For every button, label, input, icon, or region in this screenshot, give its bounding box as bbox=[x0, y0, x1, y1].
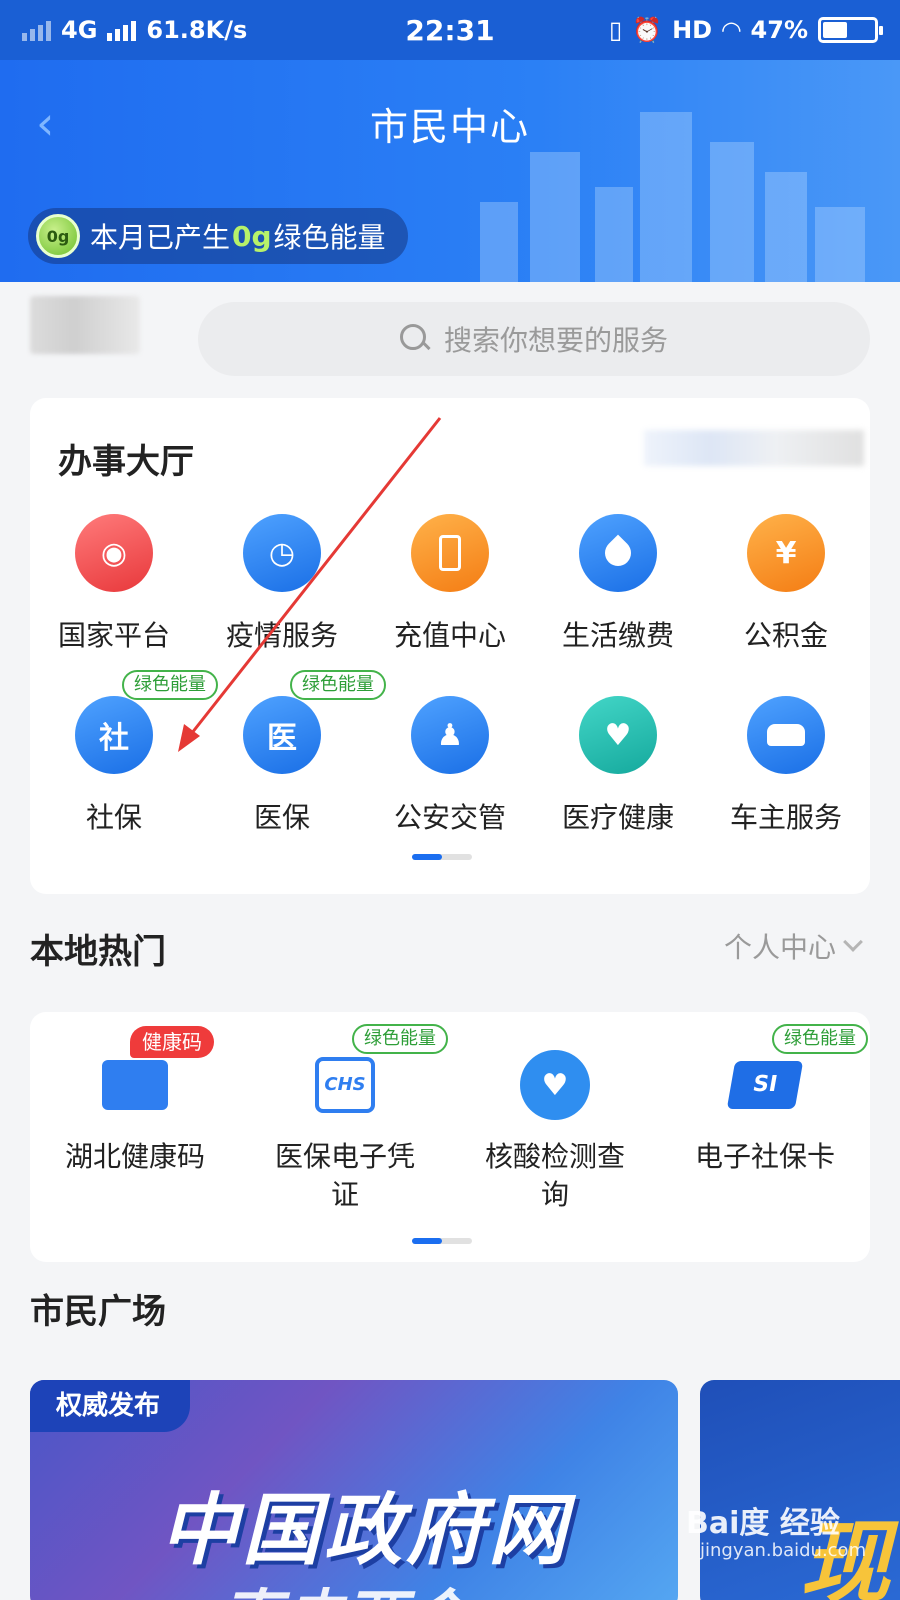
baidu-watermark: Bai度 经验 bbox=[686, 1506, 840, 1541]
service-housing-fund[interactable]: ¥ 公积金 bbox=[702, 514, 870, 654]
section-title: 市民广场 bbox=[30, 1292, 166, 1332]
service-car-owner[interactable]: 车主服务 bbox=[702, 696, 870, 836]
service-utilities[interactable]: 生活缴费 bbox=[534, 514, 702, 654]
service-label: 国家平台 bbox=[57, 619, 170, 652]
id-card-icon bbox=[100, 1050, 170, 1120]
house-yuan-icon: ¥ bbox=[747, 514, 825, 592]
section-title: 办事大厅 bbox=[58, 442, 194, 482]
city-skyline bbox=[595, 187, 633, 282]
si-card-icon: SI bbox=[726, 1050, 804, 1120]
clock: 22:31 bbox=[405, 13, 495, 47]
service-medical-insurance[interactable]: 绿色能量 医 医保 bbox=[198, 670, 386, 836]
service-recharge[interactable]: 充值中心 bbox=[366, 514, 534, 654]
city-skyline bbox=[530, 152, 580, 282]
hot-nucleic-acid-query[interactable]: ♥ 核酸检测查询 bbox=[450, 1050, 660, 1214]
service-label: 生活缴费 bbox=[561, 619, 674, 652]
water-drop-icon bbox=[579, 514, 657, 592]
search-input[interactable]: 搜索你想要的服务 bbox=[198, 302, 870, 376]
alarm-icon: ⏰ bbox=[632, 16, 663, 44]
hot-service-row: 健康码 湖北健康码 绿色能量 CHS 医保电子凭证 ♥ 核酸检测查询 绿色能量 … bbox=[30, 1024, 870, 1214]
status-bar: 4G 61.8K/s 22:31 ▯ ⏰ HD ◠ 47% bbox=[0, 0, 900, 60]
service-police-traffic[interactable]: ♟ 公安交管 bbox=[366, 696, 534, 836]
green-energy-pill[interactable]: 0g 本月已产生 0g 绿色能量 bbox=[28, 208, 408, 264]
energy-ball-icon: 0g bbox=[36, 214, 80, 258]
service-epidemic[interactable]: ◷ 疫情服务 bbox=[198, 514, 366, 654]
service-label: 车主服务 bbox=[729, 801, 842, 834]
plaza-tag: 权威发布 bbox=[30, 1380, 191, 1432]
energy-value: 0g bbox=[232, 219, 272, 253]
service-row-2: 绿色能量 社 社保 绿色能量 医 医保 ♟ 公安交管 ♥ 医疗健康 车主服务 bbox=[30, 670, 870, 836]
service-row-1: ◉ 国家平台 ◷ 疫情服务 充值中心 生活缴费 ¥ 公积金 bbox=[30, 514, 870, 654]
chs-icon: CHS bbox=[310, 1050, 380, 1120]
national-emblem-icon: ◉ bbox=[75, 514, 153, 592]
battery-fill bbox=[823, 22, 847, 38]
signal-sim2-icon bbox=[107, 19, 137, 41]
hot-electronic-ss-card[interactable]: 绿色能量 SI 电子社保卡 bbox=[660, 1024, 870, 1214]
service-label: 医疗健康 bbox=[561, 801, 674, 834]
network-speed: 61.8K/s bbox=[146, 16, 248, 44]
local-hot-card: 健康码 湖北健康码 绿色能量 CHS 医保电子凭证 ♥ 核酸检测查询 绿色能量 … bbox=[30, 1012, 870, 1262]
service-healthcare[interactable]: ♥ 医疗健康 bbox=[534, 696, 702, 836]
police-icon: ♟ bbox=[411, 696, 489, 774]
personal-center-link[interactable]: 个人中心 bbox=[723, 926, 863, 966]
city-skyline bbox=[765, 172, 807, 282]
hot-medical-insurance-voucher[interactable]: 绿色能量 CHS 医保电子凭证 bbox=[240, 1024, 450, 1214]
battery-icon bbox=[818, 17, 883, 43]
link-label: 个人中心 bbox=[723, 931, 836, 964]
search-placeholder: 搜索你想要的服务 bbox=[443, 324, 668, 357]
page-indicator bbox=[412, 1238, 472, 1244]
energy-suffix: 绿色能量 bbox=[273, 221, 386, 254]
heart-plus-icon: ♥ bbox=[520, 1050, 590, 1120]
service-label: 医保 bbox=[253, 801, 310, 834]
car-icon bbox=[747, 696, 825, 774]
battery-percent: 47% bbox=[750, 16, 808, 44]
green-energy-badge: 绿色能量 bbox=[352, 1024, 448, 1054]
phone-icon bbox=[411, 514, 489, 592]
service-label: 充值中心 bbox=[393, 619, 506, 652]
page-title: 市民中心 bbox=[369, 105, 530, 149]
service-label: 公安交管 bbox=[393, 801, 506, 834]
watermark-url: jingyan.baidu.com bbox=[700, 1540, 867, 1561]
city-skyline bbox=[710, 142, 754, 282]
service-label: 社保 bbox=[85, 801, 142, 834]
health-code-badge: 健康码 bbox=[130, 1026, 214, 1058]
network-type: 4G bbox=[61, 16, 98, 44]
service-national-platform[interactable]: ◉ 国家平台 bbox=[30, 514, 198, 654]
hot-hubei-health-code[interactable]: 健康码 湖北健康码 bbox=[30, 1026, 240, 1214]
service-label: 医保电子凭证 bbox=[274, 1140, 415, 1211]
service-label: 疫情服务 bbox=[225, 619, 338, 652]
plaza-subline: 直击两会 bbox=[220, 1568, 468, 1600]
service-hall-card: 办事大厅 ◉ 国家平台 ◷ 疫情服务 充值中心 生活缴费 ¥ 公积金 绿色能量 … bbox=[30, 398, 870, 894]
chevron-down-icon bbox=[843, 932, 863, 952]
avatar[interactable] bbox=[30, 296, 140, 354]
service-social-security[interactable]: 绿色能量 社 社保 bbox=[30, 670, 218, 836]
shield-yi-icon: 医 bbox=[243, 696, 321, 774]
plaza-headline: 中国政府网 bbox=[160, 1486, 571, 1576]
city-skyline bbox=[480, 202, 518, 282]
plaza-news-card[interactable]: 权威发布 中国政府网 直击两会 bbox=[30, 1380, 678, 1600]
plaza-news-card-2[interactable]: 现 bbox=[700, 1380, 900, 1600]
signal-sim1-icon bbox=[22, 19, 51, 41]
search-icon bbox=[399, 324, 430, 354]
service-label: 电子社保卡 bbox=[694, 1140, 835, 1173]
heart-stethoscope-icon: ♥ bbox=[579, 696, 657, 774]
clock-refresh-icon: ◷ bbox=[243, 514, 321, 592]
blurred-banner bbox=[644, 430, 864, 466]
service-label: 公积金 bbox=[743, 619, 828, 652]
city-skyline bbox=[815, 207, 865, 282]
service-label: 核酸检测查询 bbox=[484, 1140, 625, 1211]
hd-indicator: HD bbox=[672, 16, 713, 44]
service-label: 湖北健康码 bbox=[64, 1140, 205, 1173]
section-title: 本地热门 bbox=[30, 932, 166, 972]
page-indicator bbox=[412, 854, 472, 860]
shield-she-icon: 社 bbox=[75, 696, 153, 774]
vibrate-icon: ▯ bbox=[608, 16, 623, 44]
green-energy-badge: 绿色能量 bbox=[772, 1024, 868, 1054]
header-banner: ‹ 市民中心 0g 本月已产生 0g 绿色能量 bbox=[0, 60, 900, 282]
wifi-icon: ◠ bbox=[722, 16, 741, 44]
energy-prefix: 本月已产生 bbox=[90, 221, 231, 254]
